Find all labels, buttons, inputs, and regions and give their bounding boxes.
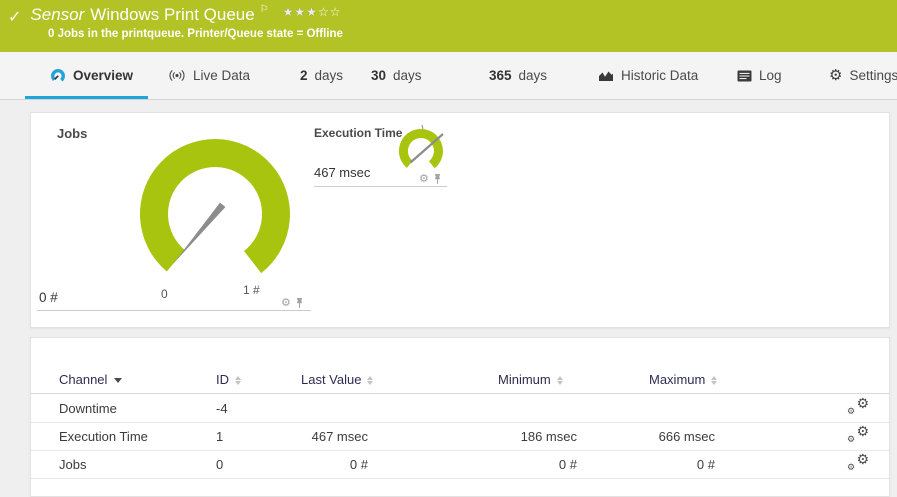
tab-historic-data-label: Historic Data [621, 68, 698, 83]
flag-icon[interactable]: ⚐ [260, 4, 269, 15]
historic-chart-icon [598, 69, 614, 82]
table-row-downtime[interactable]: Downtime -4 ⚙⚙ [31, 394, 889, 422]
tab-live-data-label: Live Data [193, 68, 250, 83]
pin-icon[interactable] [295, 297, 304, 309]
cell-minimum: 0 # [441, 457, 577, 472]
column-header-last-value-label: Last Value [301, 372, 361, 387]
tab-settings-label: Settings [849, 68, 897, 83]
sort-icon [367, 376, 373, 385]
sort-icon [711, 376, 717, 385]
sensor-title-row: ✓ Sensor Windows Print Queue ⚐ ★★★☆☆ [8, 4, 341, 27]
live-data-icon [168, 69, 186, 82]
column-header-last-value[interactable]: Last Value [301, 372, 373, 387]
tab-30-days-number: 30 [371, 68, 386, 83]
tab-365-days-number: 365 [489, 68, 512, 83]
column-header-maximum-label: Maximum [649, 372, 705, 387]
tab-2-days-word: days [315, 68, 344, 83]
column-header-maximum[interactable]: Maximum [649, 372, 717, 387]
active-tab-underline [25, 96, 148, 99]
gauge-icon [50, 68, 66, 84]
execution-divider [314, 186, 447, 187]
table-row-jobs[interactable]: Jobs 0 0 # 0 # 0 # ⚙⚙ [31, 450, 889, 478]
column-header-id[interactable]: ID [216, 372, 241, 387]
gear-icon[interactable]: ⚙ [281, 298, 291, 309]
channel-settings-gears-icon[interactable]: ⚙⚙ [847, 397, 869, 417]
tab-log-label: Log [759, 68, 782, 83]
row-divider [31, 478, 889, 479]
priority-stars[interactable]: ★★★☆☆ [283, 5, 342, 19]
cell-id: -4 [216, 401, 228, 416]
tab-historic-data[interactable]: Historic Data [598, 52, 698, 99]
jobs-gauge-actions[interactable]: ⚙ [281, 297, 304, 309]
execution-gauge-actions[interactable]: ⚙ [419, 173, 442, 185]
tab-30-days-word: days [393, 68, 422, 83]
cell-last-value: 0 # [231, 457, 368, 472]
channel-table-panel: Channel ID Last Value Minimum Maximum Do… [30, 337, 890, 497]
jobs-gauge [115, 119, 315, 299]
cell-channel[interactable]: Jobs [59, 457, 86, 472]
sort-icon [557, 376, 563, 385]
tab-365-days[interactable]: 365 days [489, 52, 547, 99]
channel-settings-gears-icon[interactable]: ⚙⚙ [847, 453, 869, 473]
jobs-gauge-needle [173, 203, 225, 264]
column-header-minimum[interactable]: Minimum [498, 372, 563, 387]
column-header-id-label: ID [216, 372, 229, 387]
jobs-gauge-scale-max: 1 # [243, 283, 260, 297]
log-icon [737, 70, 752, 82]
cell-maximum: 666 msec [579, 429, 715, 444]
cell-id: 0 [216, 457, 223, 472]
tab-30-days[interactable]: 30 days [371, 52, 422, 99]
status-check-icon: ✓ [8, 7, 21, 27]
tab-settings[interactable]: ⚙ Settings [829, 52, 897, 99]
tab-2-days[interactable]: 2 days [300, 52, 343, 99]
cell-maximum: 0 # [579, 457, 715, 472]
jobs-gauge-title: Jobs [57, 126, 87, 141]
tab-overview[interactable]: Overview [50, 52, 133, 99]
sort-desc-icon [114, 378, 122, 383]
channel-settings-gears-icon[interactable]: ⚙⚙ [847, 425, 869, 445]
sensor-kind-label: Sensor [30, 5, 84, 25]
execution-gauge-value: 467 msec [314, 165, 370, 180]
cell-channel[interactable]: Downtime [59, 401, 117, 416]
column-header-channel-label: Channel [59, 372, 107, 387]
settings-gear-icon: ⚙ [829, 68, 842, 83]
column-header-minimum-label: Minimum [498, 372, 551, 387]
cell-minimum: 186 msec [441, 429, 577, 444]
pin-icon[interactable] [433, 173, 442, 185]
cell-id: 1 [216, 429, 223, 444]
tab-2-days-number: 2 [300, 68, 308, 83]
column-header-channel[interactable]: Channel [59, 372, 122, 387]
tab-live-data[interactable]: Live Data [168, 52, 250, 99]
sort-icon [235, 376, 241, 385]
jobs-gauge-value: 0 # [39, 290, 58, 305]
sensor-status-message: 0 Jobs in the printqueue. Printer/Queue … [48, 28, 343, 40]
tab-bar: Overview Live Data 2 days 30 days 365 da… [0, 52, 897, 100]
page-title: Windows Print Queue [90, 5, 254, 25]
tab-overview-label: Overview [73, 68, 133, 83]
stars-empty: ☆☆ [318, 5, 342, 19]
gauges-panel: Jobs 0 1 # 0 # ⚙ Execution Time 467 msec… [30, 112, 890, 328]
cell-channel[interactable]: Execution Time [59, 429, 148, 444]
tab-log[interactable]: Log [737, 52, 782, 99]
tab-365-days-word: days [519, 68, 548, 83]
cell-last-value: 467 msec [231, 429, 368, 444]
table-row-execution-time[interactable]: Execution Time 1 467 msec 186 msec 666 m… [31, 422, 889, 450]
stars-filled: ★★★ [283, 5, 318, 19]
jobs-gauge-scale-min: 0 [161, 287, 168, 301]
jobs-divider [37, 310, 311, 311]
gear-icon[interactable]: ⚙ [419, 174, 429, 185]
channel-table-header: Channel ID Last Value Minimum Maximum [31, 366, 889, 394]
sensor-header: ✓ Sensor Windows Print Queue ⚐ ★★★☆☆ 0 J… [0, 0, 897, 52]
